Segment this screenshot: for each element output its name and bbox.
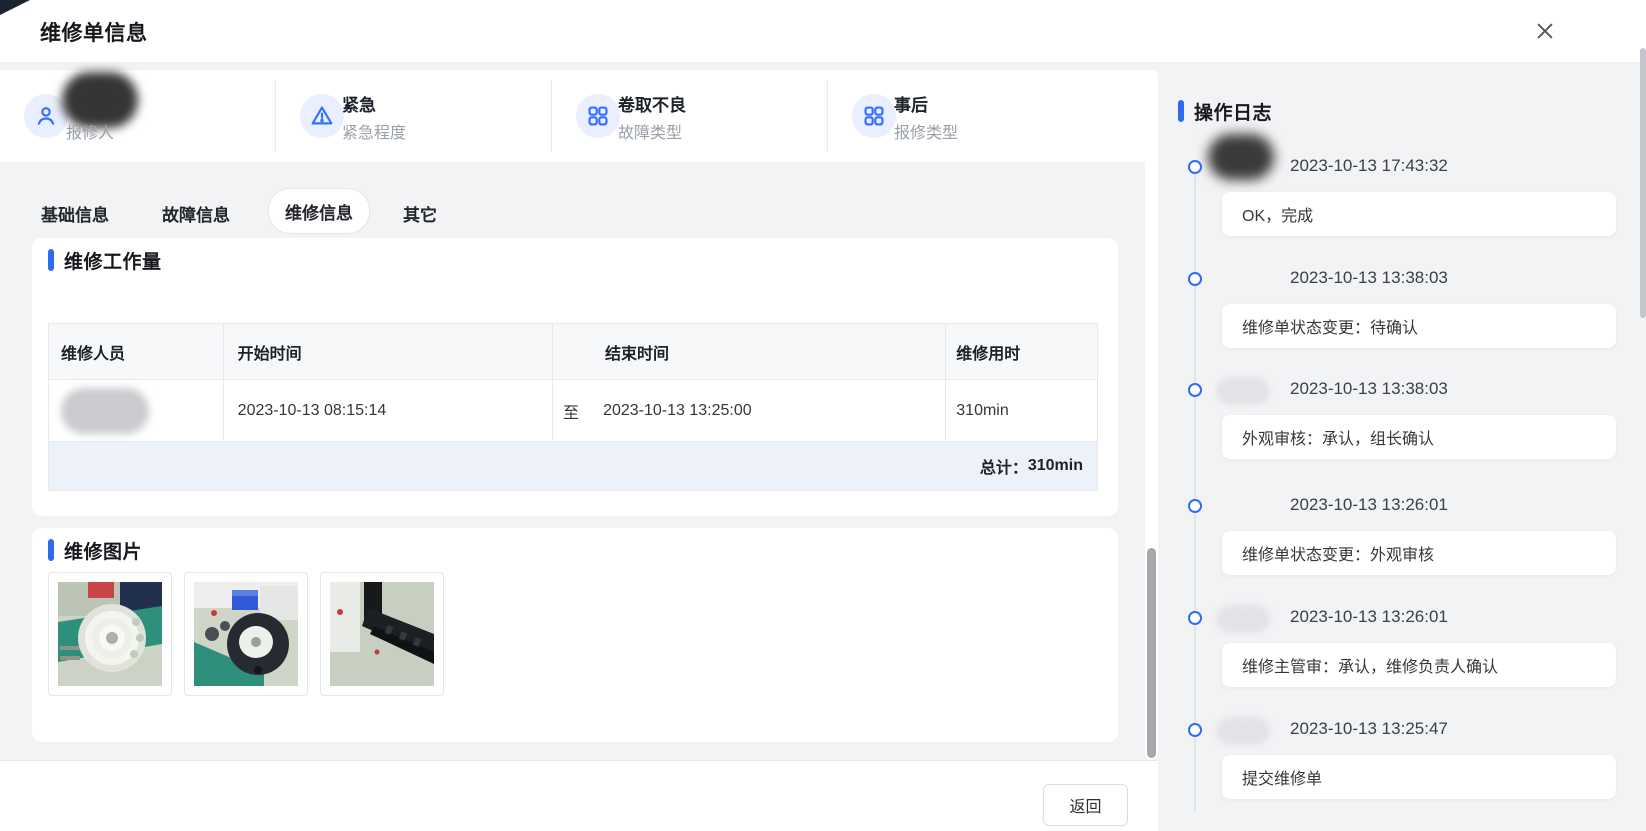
repair-order-modal: 维修单信息 报修人 紧急 紧急程度 卷取不良 故障类型 事后 报修类型 基础信息… bbox=[0, 0, 1646, 831]
timeline-dot-icon bbox=[1188, 611, 1202, 625]
log-entry: 2023-10-13 17:43:32 OK，完成 bbox=[1178, 134, 1638, 248]
summary-card-value: 事后 bbox=[894, 96, 928, 115]
page-scrollbar-thumb[interactable] bbox=[1640, 48, 1646, 318]
log-message: 外观审核：承认，组长确认 bbox=[1222, 415, 1616, 459]
log-timestamp: 2023-10-13 13:26:01 bbox=[1290, 495, 1448, 514]
tab-other[interactable]: 其它 bbox=[403, 201, 437, 226]
section-title-operation-log: 操作日志 bbox=[1178, 97, 1272, 125]
tab-fault-info[interactable]: 故障信息 bbox=[162, 201, 230, 226]
timeline-dot-icon bbox=[1188, 499, 1202, 513]
log-entry: 2023-10-13 13:26:01 维修单状态变更：外观审核 bbox=[1178, 487, 1638, 587]
table-total-row: 总计： 310min bbox=[49, 442, 1097, 490]
log-timestamp: 2023-10-13 13:25:47 bbox=[1290, 719, 1448, 738]
summary-card-reporter: 报修人 bbox=[0, 70, 275, 162]
summary-card-urgency: 紧急 紧急程度 bbox=[276, 70, 551, 162]
cell-start-time: 2023-10-13 08:15:14 bbox=[224, 380, 554, 441]
summary-card-label: 报修类型 bbox=[894, 125, 959, 142]
tab-repair-info-active[interactable]: 维修信息 bbox=[268, 188, 370, 234]
summary-card-label: 故障类型 bbox=[618, 125, 683, 142]
machine-photo-thumbnail-2[interactable] bbox=[184, 572, 308, 696]
col-header-duration: 维修用时 bbox=[956, 345, 1021, 363]
modal-footer: 返回 bbox=[0, 760, 1158, 831]
repair-workload-section: 维修工作量 维修人员 开始时间 结束时间 维修用时 2023-10-13 08:… bbox=[32, 238, 1118, 516]
timeline-dot-icon bbox=[1188, 272, 1202, 286]
summary-card-fault-type: 卷取不良 故障类型 bbox=[552, 70, 827, 162]
table-header-row: 维修人员 开始时间 结束时间 维修用时 bbox=[49, 324, 1097, 380]
tab-label: 维修信息 bbox=[285, 203, 353, 223]
col-header-start: 开始时间 bbox=[224, 324, 553, 379]
log-message: 提交维修单 bbox=[1222, 755, 1616, 799]
summary-card-value: 卷取不良 bbox=[618, 96, 686, 115]
log-timestamp: 2023-10-13 13:38:03 bbox=[1290, 379, 1448, 398]
summary-card-report-type: 事后 报修类型 bbox=[828, 70, 1103, 162]
grid-icon bbox=[852, 94, 896, 138]
section-title-images: 维修图片 bbox=[48, 536, 142, 564]
col-header-person: 维修人员 bbox=[49, 324, 224, 379]
log-timestamp: 2023-10-13 13:26:01 bbox=[1290, 607, 1448, 626]
to-separator: 至 bbox=[563, 404, 580, 422]
machine-photo-thumbnail-1[interactable] bbox=[48, 572, 172, 696]
log-timestamp: 2023-10-13 13:38:03 bbox=[1290, 268, 1448, 287]
timeline-dot-icon bbox=[1188, 723, 1202, 737]
section-accent-bar bbox=[48, 249, 54, 271]
workload-table: 维修人员 开始时间 结束时间 维修用时 2023-10-13 08:15:14 … bbox=[48, 323, 1098, 491]
timeline-dot-icon bbox=[1188, 160, 1202, 174]
log-timestamp: 2023-10-13 17:43:32 bbox=[1290, 156, 1448, 175]
timeline-dot-icon bbox=[1188, 383, 1202, 397]
grid-icon bbox=[576, 94, 620, 138]
log-message: 维修主管审：承认，维修负责人确认 bbox=[1222, 643, 1616, 687]
tab-basic-info[interactable]: 基础信息 bbox=[41, 201, 109, 226]
summary-card-label: 紧急程度 bbox=[342, 125, 407, 142]
cell-end-time: 至 2023-10-13 13:25:00 bbox=[553, 380, 947, 441]
total-value: 310min bbox=[1027, 457, 1083, 474]
total-label: 总计： bbox=[979, 460, 1028, 477]
log-message: 维修单状态变更：待确认 bbox=[1222, 304, 1616, 348]
summary-strip: 报修人 紧急 紧急程度 卷取不良 故障类型 事后 报修类型 bbox=[0, 70, 1158, 162]
section-accent-bar bbox=[48, 539, 54, 561]
table-row: 2023-10-13 08:15:14 至 2023-10-13 13:25:0… bbox=[49, 380, 1097, 442]
redacted-operator-name bbox=[1208, 134, 1274, 180]
log-message: OK，完成 bbox=[1222, 192, 1616, 236]
log-entry: 2023-10-13 13:38:03 外观审核：承认，组长确认 bbox=[1178, 371, 1638, 471]
redacted-operator-name bbox=[1216, 717, 1270, 745]
back-button[interactable]: 返回 bbox=[1043, 784, 1128, 826]
section-accent-bar bbox=[1178, 100, 1184, 122]
redacted-person-name bbox=[61, 387, 149, 434]
repair-images-section: 维修图片 bbox=[32, 528, 1118, 742]
redacted-operator-name bbox=[1216, 605, 1270, 633]
log-entry: 2023-10-13 13:26:01 维修主管审：承认，维修负责人确认 bbox=[1178, 599, 1638, 699]
close-icon[interactable] bbox=[1528, 14, 1562, 48]
cell-duration: 310min bbox=[956, 401, 1009, 419]
machine-photo-thumbnail-3[interactable] bbox=[320, 572, 444, 696]
content-scrollbar-thumb[interactable] bbox=[1147, 548, 1156, 758]
log-entry: 2023-10-13 13:25:47 提交维修单 bbox=[1178, 711, 1638, 811]
summary-card-label: 报修人 bbox=[66, 125, 115, 142]
log-entry: 2023-10-13 13:38:03 维修单状态变更：待确认 bbox=[1178, 260, 1638, 360]
section-title-workload: 维修工作量 bbox=[48, 246, 162, 274]
photo-thumbnail-list bbox=[48, 572, 444, 696]
log-message: 维修单状态变更：外观审核 bbox=[1222, 531, 1616, 575]
modal-header: 维修单信息 bbox=[0, 0, 1646, 63]
end-time-value: 2023-10-13 13:25:00 bbox=[603, 401, 752, 419]
warning-icon bbox=[300, 94, 344, 138]
page-title: 维修单信息 bbox=[40, 22, 148, 45]
cell-person bbox=[49, 380, 224, 441]
col-header-end: 结束时间 bbox=[553, 324, 947, 379]
summary-card-value: 紧急 bbox=[342, 96, 376, 115]
redacted-operator-name bbox=[1216, 377, 1270, 405]
